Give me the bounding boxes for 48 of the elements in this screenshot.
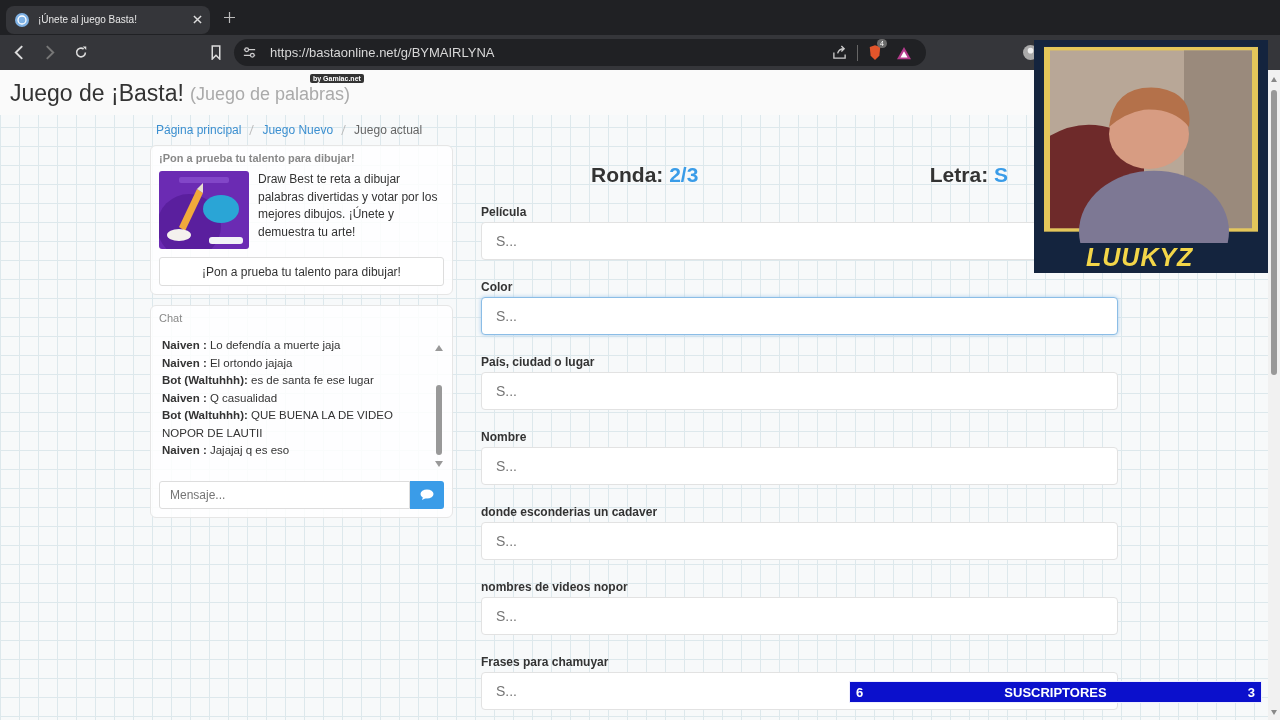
promo-heading: ¡Pon a prueba tu talento para dibujar! (159, 152, 356, 164)
promo-button[interactable]: ¡Pon a prueba tu talento para dibujar! (159, 257, 444, 286)
chat-message: Bot (Waltuhhh): QUE BUENA LA DE VIDEO NOPOR DE LAUTII (162, 408, 394, 441)
field-label: Color (481, 280, 514, 296)
page-title: Juego de ¡Basta! (10, 80, 184, 107)
subscriber-label: SUSCRIPTORES (1004, 684, 1107, 700)
browser-tab[interactable]: ¡Únete al juego Basta! (6, 5, 210, 34)
promo-text: Draw Best te reta a dibujar palabras divertidas y votar por los mejores dibujos. ¡Únete y demuestra tu arte! (258, 171, 439, 241)
reload-icon[interactable] (74, 45, 88, 60)
speech-bubble-icon (420, 489, 434, 501)
site-settings-icon[interactable] (242, 45, 257, 60)
new-tab-icon[interactable] (224, 12, 235, 23)
field-label: Película (481, 205, 528, 221)
answer-field[interactable]: S... (481, 447, 1118, 485)
round-label: Ronda: (591, 163, 664, 186)
chat-message: Naiven : El ortondo jajaja (162, 355, 294, 371)
send-button[interactable] (410, 481, 444, 509)
field-label: Frases para chamuyar (481, 655, 610, 671)
letter-label: Letra: (929, 163, 989, 186)
chat-message: Naiven : Jajajaj q es eso (162, 443, 291, 458)
breadcrumb-current: Juego actual (354, 123, 423, 137)
message-field[interactable]: Mensaje... (159, 481, 410, 509)
field-label: Nombre (481, 430, 528, 446)
answer-field[interactable]: S... (481, 297, 1118, 335)
url-text: https://bastaonline.net/g/BYMAIRLYNA (270, 45, 496, 60)
answer-field[interactable]: S... (481, 522, 1118, 560)
subscriber-goal: 3 (1247, 684, 1255, 700)
close-icon[interactable] (193, 15, 202, 24)
chat-message: Bot (Waltuhhh): es de santa fe ese lugar (162, 373, 375, 388)
answer-field[interactable]: S... (481, 597, 1118, 635)
share-icon[interactable] (832, 45, 847, 60)
subscriber-count: 6 (856, 684, 864, 700)
answer-field[interactable]: S... (481, 372, 1118, 410)
chat-title: Chat (159, 312, 184, 324)
back-icon[interactable] (12, 45, 26, 60)
field-label: donde esconderias un cadaver (481, 505, 659, 521)
field-label: nombres de videos nopor (481, 580, 629, 596)
chat-message: Naiven : Q casualidad (162, 390, 279, 406)
letter-value: S (994, 163, 1008, 186)
page-subtitle: (Juego de palabras) (189, 84, 350, 106)
chat-message: Naiven : Lo defendía a muerte jaja (162, 338, 342, 353)
tab-title: ¡Únete al juego Basta! (38, 14, 138, 25)
round-value: 2/3 (669, 163, 699, 186)
globe-icon (14, 11, 30, 28)
field-label: País, ciudad o lugar (481, 355, 596, 371)
triangle-icon[interactable] (896, 45, 912, 60)
bookmark-icon[interactable] (210, 45, 222, 60)
forward-icon[interactable] (43, 45, 57, 60)
